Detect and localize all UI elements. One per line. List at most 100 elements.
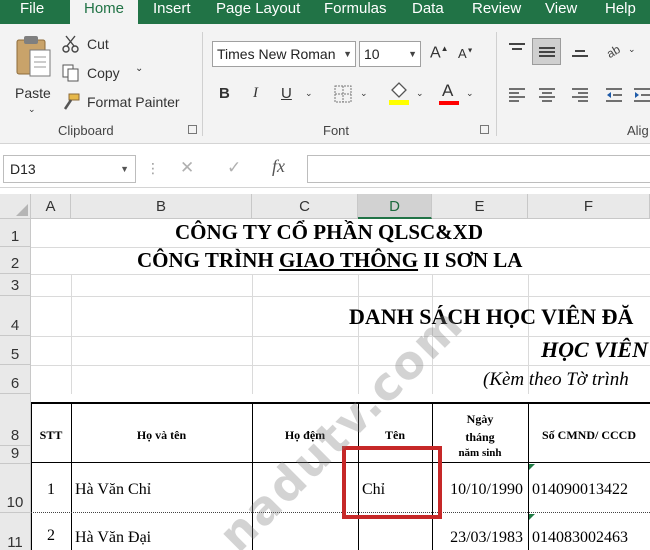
column-header-e[interactable]: E [432,194,528,219]
tab-view[interactable]: View [545,0,577,24]
tab-review[interactable]: Review [472,0,521,24]
italic-button[interactable]: I [253,85,258,102]
row-header-10[interactable]: 10 [0,464,31,513]
align-left-icon[interactable] [507,86,527,102]
top-align-icon[interactable] [507,42,527,58]
paste-label: Paste [15,85,51,101]
tab-insert[interactable]: Insert [153,0,191,24]
tab-page-layout[interactable]: Page Layout [216,0,300,24]
copy-button[interactable]: Copy ⌄ [62,63,162,85]
chevron-down-icon[interactable]: ⌄ [628,44,636,55]
cell-full-name[interactable]: Hà Văn Chỉ [75,481,151,499]
column-header-a[interactable]: A [31,194,71,219]
chevron-down-icon[interactable]: ⌄ [416,88,424,99]
column-header-d[interactable]: D [358,194,432,219]
scissors-icon [62,35,79,53]
font-color-button[interactable]: A [438,80,460,106]
underline-button[interactable]: U [281,85,292,102]
bold-button[interactable]: B [219,85,230,102]
row-header-1[interactable]: 1 [0,219,31,247]
font-group-label: Font [323,123,350,138]
tab-data[interactable]: Data [412,0,444,24]
font-dialog-launcher[interactable] [480,125,489,134]
alignment-group-label: Alig [627,123,649,138]
column-header-c[interactable]: C [252,194,358,219]
row-header-5[interactable]: 5 [0,336,31,365]
row-header-2[interactable]: 2 [0,247,31,274]
cell-id-number[interactable]: 014090013422 [532,481,628,499]
row-number: 10 [6,494,24,511]
cell-dob[interactable]: 10/10/1990 [432,481,528,499]
font-size-select[interactable]: 10 ▼ [359,41,421,67]
chevron-down-icon[interactable]: ⌄ [360,88,368,99]
row-number: 3 [10,277,20,294]
column-header-f[interactable]: F [528,194,650,219]
row-header-8[interactable]: 8 [0,394,31,446]
clipboard-group-label: Clipboard [58,123,114,138]
tab-formulas[interactable]: Formulas [324,0,387,24]
row-number: 5 [10,346,20,363]
project-name-underlined: GIAO THÔNG [278,248,419,272]
name-box-value: D13 [10,161,36,177]
column-header-b[interactable]: B [71,194,252,219]
tab-home[interactable]: Home [70,0,139,26]
cancel-icon[interactable]: ✕ [180,158,194,178]
insert-function-icon[interactable]: fx [272,156,285,177]
decrease-font-size-button[interactable]: A▼ [458,46,474,61]
font-family-select[interactable]: Times New Roman ▼ [212,41,356,67]
font-color-letter-icon: A [442,81,454,100]
chevron-down-icon[interactable]: ⌄ [305,88,313,99]
drag-handle-icon[interactable]: ⋮ [146,160,160,177]
paintbrush-icon [63,93,80,110]
align-right-icon[interactable] [570,86,590,102]
header-dob-line2: tháng [465,430,495,444]
worksheet-grid[interactable]: A B C D E F 1 2 3 4 5 6 8 9 10 11 CÔNG T… [0,194,650,550]
borders-button[interactable] [334,85,352,103]
name-box[interactable]: D13 ▼ [3,155,136,183]
increase-indent-icon[interactable] [632,86,650,102]
ribbon: Paste ⌄ Cut Copy ⌄ Format Painter Clipbo… [0,24,650,144]
cell-full-name[interactable]: Hà Văn Đại [75,529,151,547]
format-painter-label: Format Painter [87,94,180,110]
paste-button[interactable]: Paste ⌄ [10,30,55,120]
row-header-4[interactable]: 4 [0,296,31,336]
orientation-icon[interactable]: ab [604,40,624,60]
formula-input[interactable] [307,155,650,183]
cell-stt[interactable]: 1 [31,481,71,499]
row-header-11[interactable]: 11 [0,513,31,550]
error-indicator [529,464,535,470]
gridline [31,365,650,366]
middle-align-button[interactable] [532,38,561,65]
svg-text:ab: ab [604,42,623,60]
decrease-indent-icon[interactable] [604,86,624,102]
table-border-vertical [528,402,529,550]
row-header-9[interactable]: 9 [0,445,31,464]
row-header-6[interactable]: 6 [0,365,31,394]
clipboard-dialog-launcher[interactable] [188,125,197,134]
tab-file[interactable]: File [20,0,44,24]
ribbon-tabs: File Home Insert Page Layout Formulas Da… [0,0,650,26]
cell-stt[interactable]: 2 [31,527,71,545]
increase-font-size-button[interactable]: A▲ [430,44,449,62]
enter-icon[interactable]: ✓ [227,158,241,178]
project-name-title: CÔNG TRÌNH GIAO THÔNG II SƠN LA [137,248,522,273]
cut-button[interactable]: Cut [62,34,152,56]
row-number: 8 [10,427,20,444]
cell-id-number[interactable]: 014083002463 [532,529,628,547]
format-painter-button[interactable]: Format Painter [62,92,192,114]
fill-color-button[interactable] [388,80,410,106]
row-number: 9 [10,445,20,462]
chevron-down-icon: ⌄ [28,104,36,114]
chevron-down-icon[interactable]: ⌄ [466,88,474,99]
font-family-value: Times New Roman [217,46,336,62]
bottom-align-icon[interactable] [570,42,590,58]
cell-dob[interactable]: 23/03/1983 [432,529,528,547]
project-name-part: II SƠN LA [418,248,523,272]
tab-help[interactable]: Help [605,0,636,24]
align-center-icon[interactable] [537,86,557,102]
chevron-down-icon: ⌄ [135,63,144,74]
font-size-value: 10 [364,46,380,62]
select-all-corner[interactable] [0,194,31,219]
project-name-part: CÔNG TRÌNH [137,248,279,272]
row-header-3[interactable]: 3 [0,274,31,296]
